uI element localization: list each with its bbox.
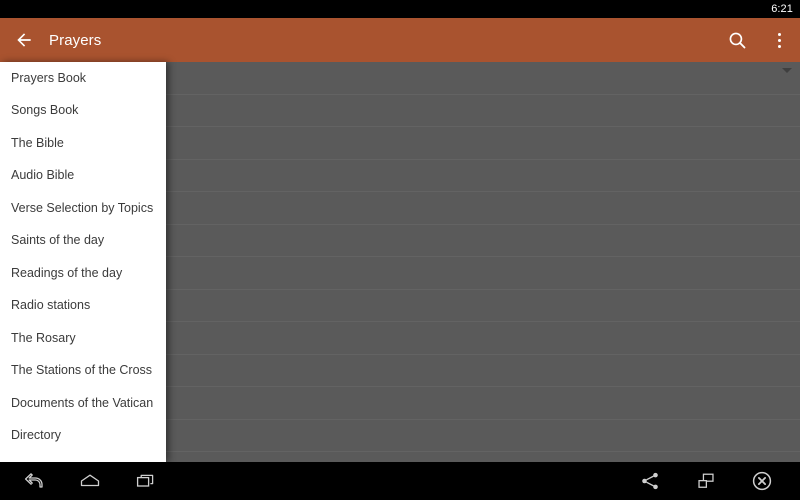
overflow-dot: [777, 32, 781, 36]
close-circle-icon[interactable]: [734, 462, 790, 500]
system-navigation-bar: [0, 462, 800, 500]
nav-home-icon[interactable]: [62, 462, 118, 500]
drawer-item-label: Verse Selection by Topics: [11, 200, 154, 215]
drawer-item-readings-of-the-day[interactable]: Readings of the day: [0, 257, 166, 290]
overflow-menu-icon[interactable]: [758, 18, 800, 62]
nav-back-icon[interactable]: [6, 462, 62, 500]
nav-bar-left-group: [6, 462, 174, 500]
drawer-item-the-bible[interactable]: The Bible: [0, 127, 166, 160]
drawer-item-label: The Bible: [11, 135, 64, 150]
action-bar: Prayers: [0, 18, 800, 62]
drawer-item-audio-bible[interactable]: Audio Bible: [0, 160, 166, 193]
drawer-item-label: Saints of the day: [11, 233, 105, 248]
status-bar-clock: 6:21: [771, 2, 793, 15]
navigation-drawer[interactable]: Prayers Book Songs Book The Bible Audio Bib…: [0, 62, 166, 462]
drawer-item-label: Directory: [11, 428, 62, 443]
drawer-item-label: Radio stations: [11, 298, 91, 313]
share-icon[interactable]: [622, 462, 678, 500]
scroll-down-triangle-icon[interactable]: [782, 68, 792, 73]
drawer-item-the-stations-of-the-cross[interactable]: The Stations of the Cross: [0, 355, 166, 388]
overflow-dot: [777, 44, 781, 48]
drawer-item-list: Prayers Book Songs Book The Bible Audio Bib…: [0, 62, 166, 452]
drawer-item-label: Songs Book: [11, 103, 79, 118]
nav-recents-icon[interactable]: [118, 462, 174, 500]
page-title: Prayers: [49, 31, 102, 49]
back-arrow-icon[interactable]: [2, 18, 46, 62]
multi-window-icon[interactable]: [678, 462, 734, 500]
search-icon[interactable]: [716, 18, 758, 62]
status-bar: 6:21: [0, 0, 800, 18]
drawer-item-directory[interactable]: Directory: [0, 420, 166, 453]
drawer-item-label: Readings of the day: [11, 265, 123, 280]
drawer-item-radio-stations[interactable]: Radio stations: [0, 290, 166, 323]
drawer-item-verse-selection-by-topics[interactable]: Verse Selection by Topics: [0, 192, 166, 225]
drawer-item-label: Documents of the Vatican: [11, 395, 154, 410]
drawer-item-label: The Rosary: [11, 330, 76, 345]
drawer-item-label: Prayers Book: [11, 70, 87, 85]
drawer-item-saints-of-the-day[interactable]: Saints of the day: [0, 225, 166, 258]
nav-bar-right-group: [622, 462, 790, 500]
overflow-dot: [777, 38, 781, 42]
drawer-item-the-rosary[interactable]: The Rosary: [0, 322, 166, 355]
drawer-item-label: Audio Bible: [11, 168, 75, 183]
drawer-item-label: The Stations of the Cross: [11, 363, 153, 378]
drawer-item-documents-of-the-vatican[interactable]: Documents of the Vatican: [0, 387, 166, 420]
drawer-item-prayers-book[interactable]: Prayers Book: [0, 62, 166, 95]
overflow-dots: [777, 32, 781, 48]
android-screen: 6:21 Prayers Prayers Book Songs Book The…: [0, 0, 800, 500]
drawer-item-songs-book[interactable]: Songs Book: [0, 95, 166, 128]
